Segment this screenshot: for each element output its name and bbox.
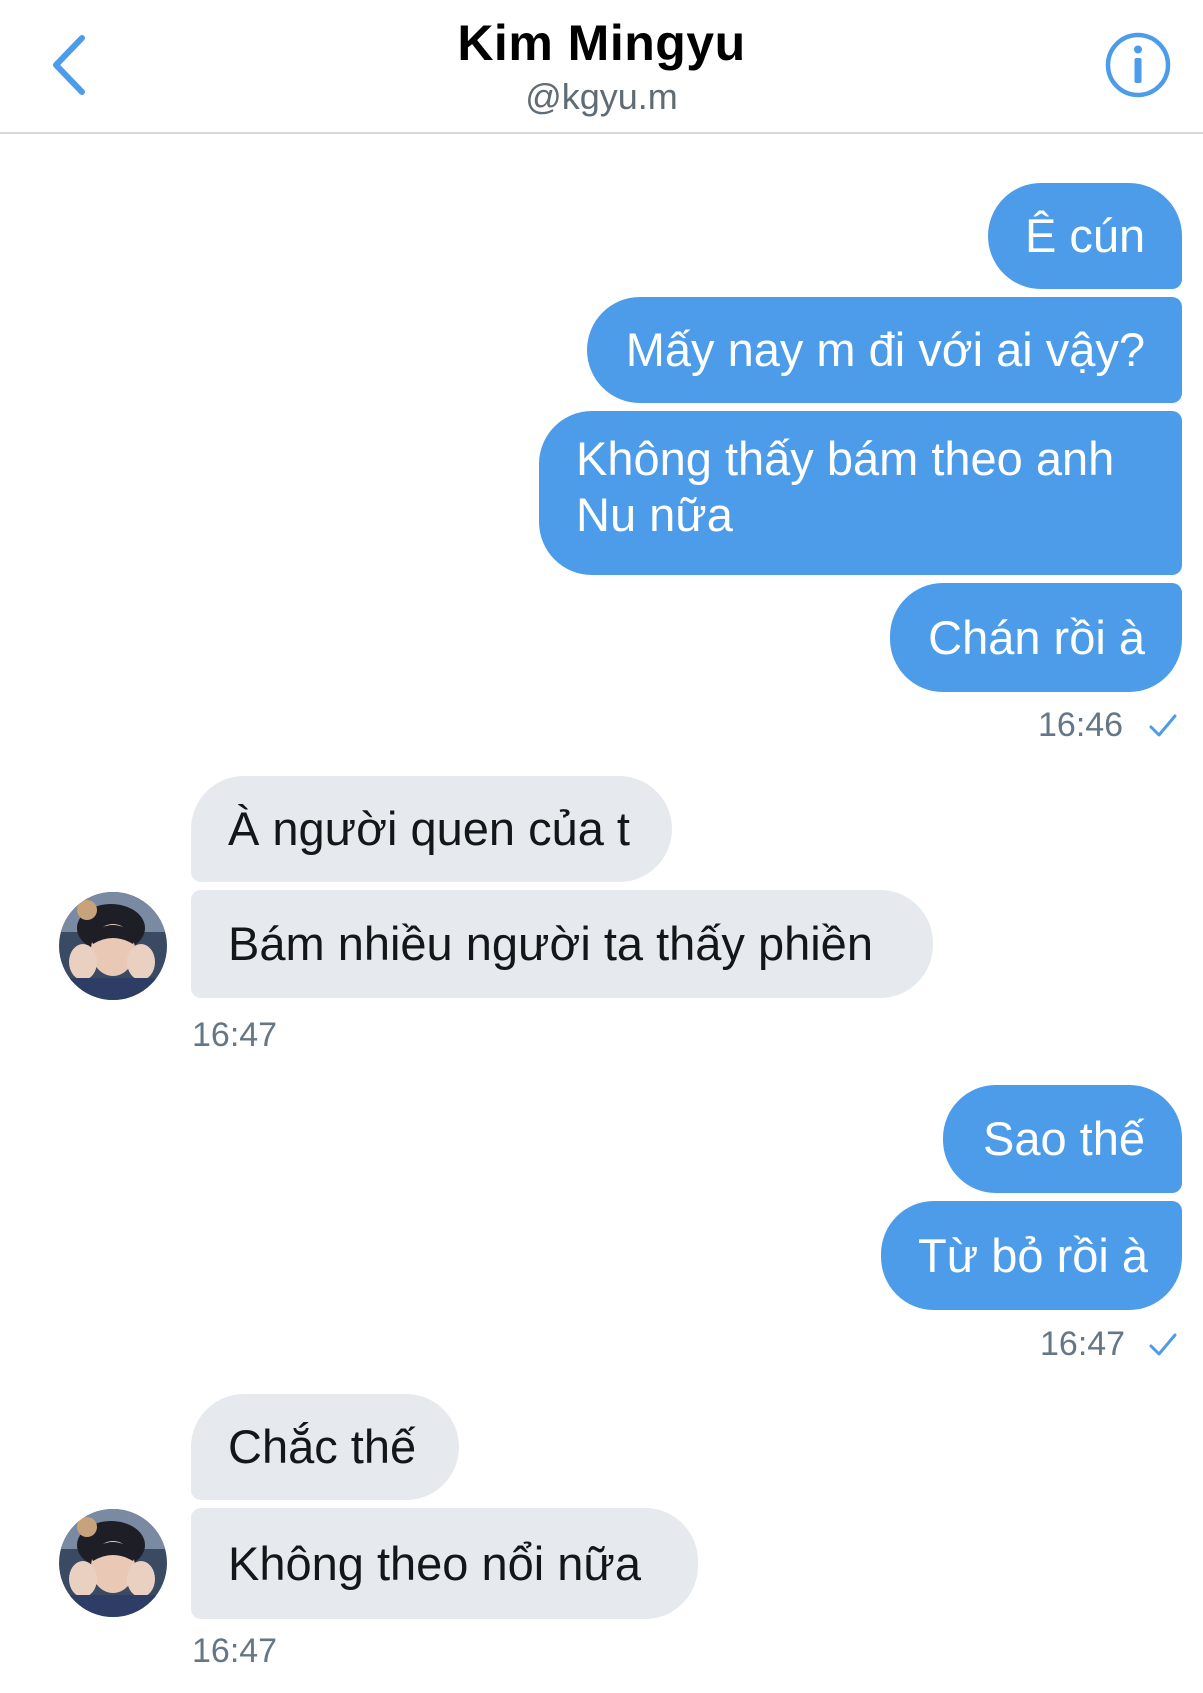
message-bubble-outgoing[interactable]: Mấy nay m đi với ai vậy? — [587, 297, 1182, 403]
info-circle-icon — [1105, 32, 1171, 98]
message-bubble-outgoing[interactable]: Không thấy bám theo anh Nu nữa — [539, 411, 1182, 575]
checkmark-icon — [1149, 1333, 1177, 1356]
conversation-handle: @kgyu.m — [525, 76, 678, 117]
avatar[interactable] — [59, 1509, 167, 1617]
message-timestamp: 16:46 — [1038, 706, 1124, 744]
message-bubble-outgoing[interactable]: Chán rồi à — [890, 583, 1182, 692]
message-bubble-incoming[interactable]: À người quen của t — [191, 776, 672, 882]
avatar[interactable] — [59, 892, 167, 1000]
message-timestamp: 16:47 — [192, 1016, 278, 1054]
message-bubble-incoming[interactable]: Bám nhiều người ta thấy phiền — [191, 890, 933, 998]
message-timestamp: 16:47 — [1040, 1325, 1126, 1363]
checkmark-icon — [1149, 714, 1177, 737]
message-bubble-outgoing[interactable]: Ê cún — [988, 183, 1182, 289]
message-bubble-incoming[interactable]: Chắc thế — [191, 1394, 459, 1500]
message-bubble-incoming[interactable]: Không theo nổi nữa — [191, 1508, 698, 1619]
conversation-header: Kim Mingyu @kgyu.m — [0, 0, 1203, 134]
conversation-title: Kim Mingyu — [457, 15, 746, 71]
message-bubble-outgoing[interactable]: Từ bỏ rồi à — [881, 1201, 1182, 1310]
info-button[interactable] — [1104, 31, 1172, 99]
message-bubble-outgoing[interactable]: Sao thế — [943, 1085, 1182, 1193]
message-timestamp: 16:47 — [192, 1632, 278, 1670]
